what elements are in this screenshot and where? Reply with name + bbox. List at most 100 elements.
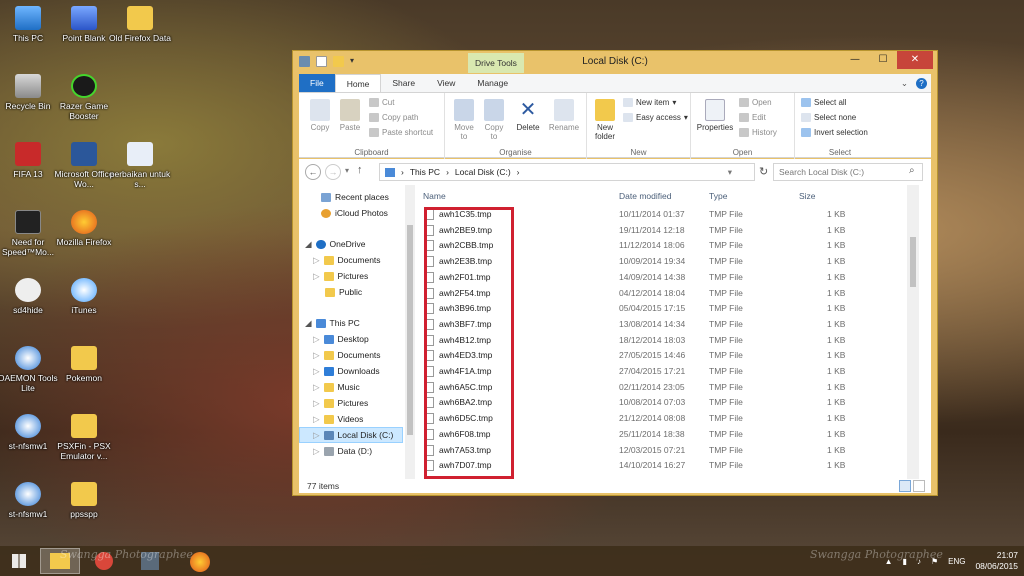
nav-item-this-pc[interactable]: ◢ This PC bbox=[305, 315, 360, 331]
tab-home[interactable]: Home bbox=[334, 74, 382, 92]
nav-item-icloud-photos[interactable]: iCloud Photos bbox=[321, 205, 388, 221]
maximize-button[interactable]: ☐ bbox=[869, 51, 897, 69]
cut-button[interactable]: Cut bbox=[369, 98, 394, 107]
select-all-button[interactable]: Select all bbox=[801, 98, 846, 107]
folder-icon bbox=[71, 482, 97, 506]
nav-item-onedrive[interactable]: ◢ OneDrive bbox=[305, 236, 365, 252]
help-icon[interactable]: ? bbox=[916, 77, 927, 89]
nav-scrollbar[interactable] bbox=[405, 185, 415, 479]
nav-item-local-disk[interactable]: ▷ Local Disk (C:) bbox=[299, 427, 403, 443]
forward-button[interactable]: → bbox=[325, 164, 341, 180]
rename-button[interactable]: Rename bbox=[547, 99, 581, 132]
select-none-button[interactable]: Select none bbox=[801, 113, 856, 122]
copy-to-button[interactable]: Copy to bbox=[481, 99, 507, 141]
column-header-type[interactable]: Type bbox=[709, 191, 727, 201]
chevron-down-icon[interactable]: ▾ bbox=[345, 166, 349, 175]
back-button[interactable]: ← bbox=[305, 164, 321, 180]
properties-button[interactable]: Properties bbox=[695, 99, 735, 132]
easy-access-button[interactable]: Easy access ▾ bbox=[623, 113, 688, 122]
navigation-pane: Recent places iCloud Photos ◢ OneDrive ▷ D… bbox=[299, 185, 405, 479]
folder-icon bbox=[71, 346, 97, 370]
chevron-down-icon[interactable]: ▾ bbox=[728, 167, 732, 178]
column-header-date[interactable]: Date modified bbox=[619, 191, 671, 201]
large-icons-view-button[interactable] bbox=[913, 480, 925, 492]
copy-path-button[interactable]: Copy path bbox=[369, 113, 418, 122]
new-folder-button[interactable]: New folder bbox=[591, 99, 619, 141]
desktop-icon-label: Old Firefox Data bbox=[109, 33, 171, 43]
search-input[interactable]: Search Local Disk (C:) bbox=[773, 163, 923, 181]
chevron-down-icon[interactable]: ⌄ bbox=[901, 78, 908, 89]
desktop-icon-label: PSXFin - PSX Emulator v... bbox=[57, 441, 111, 461]
nav-item-downloads[interactable]: ▷ Downloads bbox=[313, 363, 380, 379]
recycle-bin-icon bbox=[15, 74, 41, 98]
language-indicator[interactable]: ENG bbox=[948, 557, 965, 566]
nav-item-videos[interactable]: ▷ Videos bbox=[313, 411, 363, 427]
recent-places-icon bbox=[321, 192, 331, 202]
nav-item-data-d[interactable]: ▷ Data (D:) bbox=[313, 443, 372, 459]
tab-share[interactable]: Share bbox=[381, 74, 426, 92]
move-to-icon bbox=[454, 99, 474, 121]
scissors-icon bbox=[369, 98, 379, 107]
nav-item-music[interactable]: ▷ Music bbox=[313, 379, 360, 395]
desktop-icon-psxfin[interactable]: PSXFin - PSX Emulator v... bbox=[50, 414, 118, 461]
new-item-button[interactable]: New item ▾ bbox=[623, 98, 676, 107]
windows-logo-icon bbox=[12, 554, 26, 568]
desktop-icon-perbaikan[interactable]: perbaikan untuk s... bbox=[106, 142, 174, 189]
nav-item-pictures-pc[interactable]: ▷ Pictures bbox=[313, 395, 368, 411]
history-button[interactable]: History bbox=[739, 128, 777, 137]
razer-icon bbox=[71, 74, 97, 98]
nav-item-public[interactable]: Public bbox=[325, 284, 362, 300]
refresh-icon[interactable]: ↻ bbox=[759, 165, 768, 178]
chevron-right-icon: ▷ bbox=[313, 333, 320, 344]
cloud-icon bbox=[315, 239, 326, 249]
copy-button[interactable]: Copy bbox=[307, 99, 333, 132]
delete-button[interactable]: ✕ Delete bbox=[513, 99, 543, 132]
file-date: 05/04/2015 17:15 bbox=[619, 303, 686, 314]
clock[interactable]: 21:07 08/06/2015 bbox=[975, 550, 1018, 572]
desktop-icon-ppsspp[interactable]: ppsspp bbox=[50, 482, 118, 519]
invert-selection-button[interactable]: Invert selection bbox=[801, 128, 868, 137]
column-header-size[interactable]: Size bbox=[799, 191, 816, 201]
move-to-button[interactable]: Move to bbox=[451, 99, 477, 141]
desktop-icon-razer[interactable]: Razer Game Booster bbox=[50, 74, 118, 121]
breadcrumb-local-disk[interactable]: Local Disk (C:) bbox=[455, 167, 511, 177]
nav-item-documents-pc[interactable]: ▷ Documents bbox=[313, 347, 381, 363]
scrollbar-thumb[interactable] bbox=[910, 237, 916, 287]
tab-view[interactable]: View bbox=[426, 74, 466, 92]
file-type: TMP File bbox=[709, 318, 743, 329]
nav-item-recent-places[interactable]: Recent places bbox=[321, 189, 389, 205]
desktop-icon-pokemon[interactable]: Pokemon bbox=[50, 346, 118, 383]
scrollbar-thumb[interactable] bbox=[407, 225, 413, 435]
nav-item-pictures[interactable]: ▷ Pictures bbox=[313, 268, 368, 284]
tab-file[interactable]: File bbox=[299, 74, 335, 92]
desktop-icon-firefox[interactable]: Mozilla Firefox bbox=[50, 210, 118, 247]
nav-item-desktop[interactable]: ▷ Desktop bbox=[313, 331, 369, 347]
file-scrollbar[interactable] bbox=[907, 185, 919, 479]
clock-time: 21:07 bbox=[996, 550, 1018, 560]
edit-button[interactable]: Edit bbox=[739, 113, 766, 122]
up-button[interactable]: ↑ bbox=[357, 164, 363, 176]
paste-shortcut-button[interactable]: Paste shortcut bbox=[369, 128, 433, 137]
address-bar[interactable]: › This PC › Local Disk (C:) › ▾ bbox=[379, 163, 755, 181]
file-date: 14/09/2014 14:38 bbox=[619, 271, 686, 282]
minimize-button[interactable]: — bbox=[841, 51, 869, 69]
close-button[interactable]: ✕ bbox=[897, 51, 933, 69]
content-area: Recent places iCloud Photos ◢ OneDrive ▷ D… bbox=[299, 185, 931, 479]
desktop-icon-old-firefox-data[interactable]: Old Firefox Data bbox=[106, 6, 174, 43]
file-size: 1 KB bbox=[827, 287, 846, 298]
open-button[interactable]: Open bbox=[739, 98, 772, 107]
column-header-name[interactable]: Name bbox=[423, 191, 446, 201]
open-group: Properties Open Edit History Open bbox=[691, 93, 795, 159]
chevron-right-icon: ▷ bbox=[313, 397, 320, 408]
start-button[interactable] bbox=[4, 548, 34, 574]
photos-icon bbox=[321, 208, 331, 218]
paste-button[interactable]: Paste bbox=[337, 99, 363, 132]
desktop-icon-itunes[interactable]: iTunes bbox=[50, 278, 118, 315]
desktop-icon-label: Pokemon bbox=[66, 373, 102, 383]
nav-item-documents[interactable]: ▷ Documents bbox=[313, 252, 381, 268]
tab-manage[interactable]: Manage bbox=[466, 74, 519, 92]
desktop-icon-label: Razer Game Booster bbox=[59, 101, 109, 121]
breadcrumb-this-pc[interactable]: This PC bbox=[410, 167, 440, 177]
title-bar[interactable]: ▾ Drive Tools Local Disk (C:) — ☐ ✕ bbox=[293, 51, 937, 73]
details-view-button[interactable] bbox=[899, 480, 911, 492]
